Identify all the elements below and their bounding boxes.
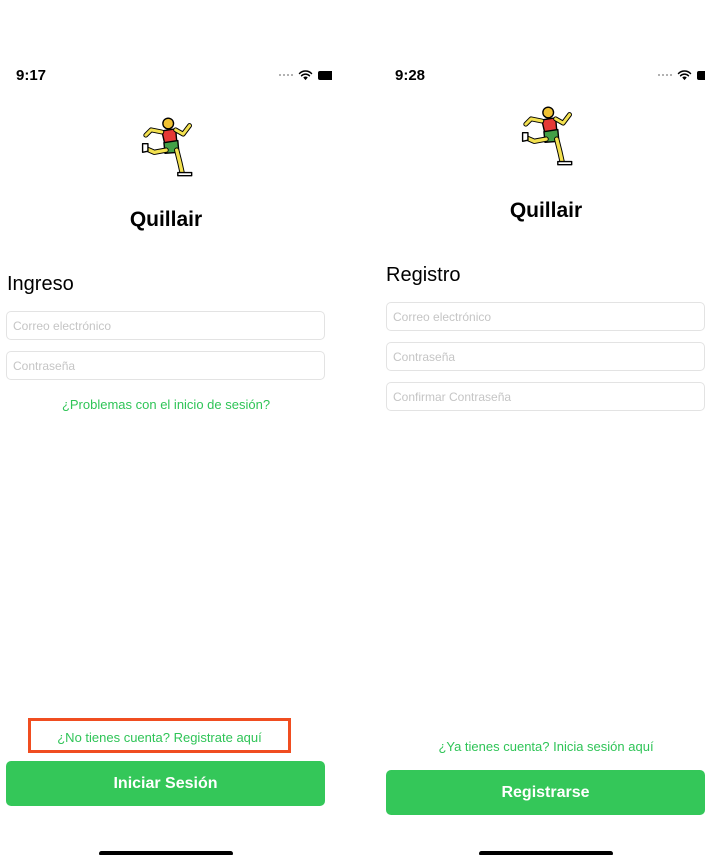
home-indicator	[99, 851, 233, 855]
section-title: Ingreso	[7, 273, 74, 295]
status-time: 9:17	[16, 67, 47, 84]
app-title: Quillair	[509, 199, 583, 222]
running-man-icon	[513, 105, 577, 169]
password-field[interactable]: Contraseña	[6, 351, 325, 380]
status-icons	[279, 68, 332, 82]
signal-icon	[279, 74, 293, 76]
wifi-icon	[677, 69, 692, 81]
login-link[interactable]: ¿Ya tienes cuenta? Inicia sesión aquí	[380, 739, 705, 754]
email-field[interactable]: Correo electrónico	[6, 311, 325, 340]
login-button[interactable]: Iniciar Sesión	[6, 761, 325, 806]
status-time: 9:28	[395, 67, 426, 84]
register-link[interactable]: ¿No tienes cuenta? Registrate aquí	[28, 730, 291, 745]
trouble-login-link[interactable]: ¿Problemas con el inicio de sesión?	[0, 397, 332, 412]
app-title: Quillair	[129, 208, 203, 231]
status-icons	[658, 68, 705, 82]
signal-icon	[658, 74, 672, 76]
register-screen: 9:28 Quillair Registro Correo electrónic…	[380, 0, 705, 855]
login-screen: 9:17 Quillair Ingreso Correo electrónico…	[0, 0, 332, 855]
home-indicator	[479, 851, 613, 855]
running-man-icon	[133, 116, 197, 180]
battery-icon	[318, 70, 332, 80]
confirm-password-field[interactable]: Confirmar Contraseña	[386, 382, 705, 411]
section-title: Registro	[386, 264, 461, 286]
register-button[interactable]: Registrarse	[386, 770, 705, 815]
battery-icon	[697, 70, 705, 80]
password-field[interactable]: Contraseña	[386, 342, 705, 371]
wifi-icon	[298, 69, 313, 81]
email-field[interactable]: Correo electrónico	[386, 302, 705, 331]
